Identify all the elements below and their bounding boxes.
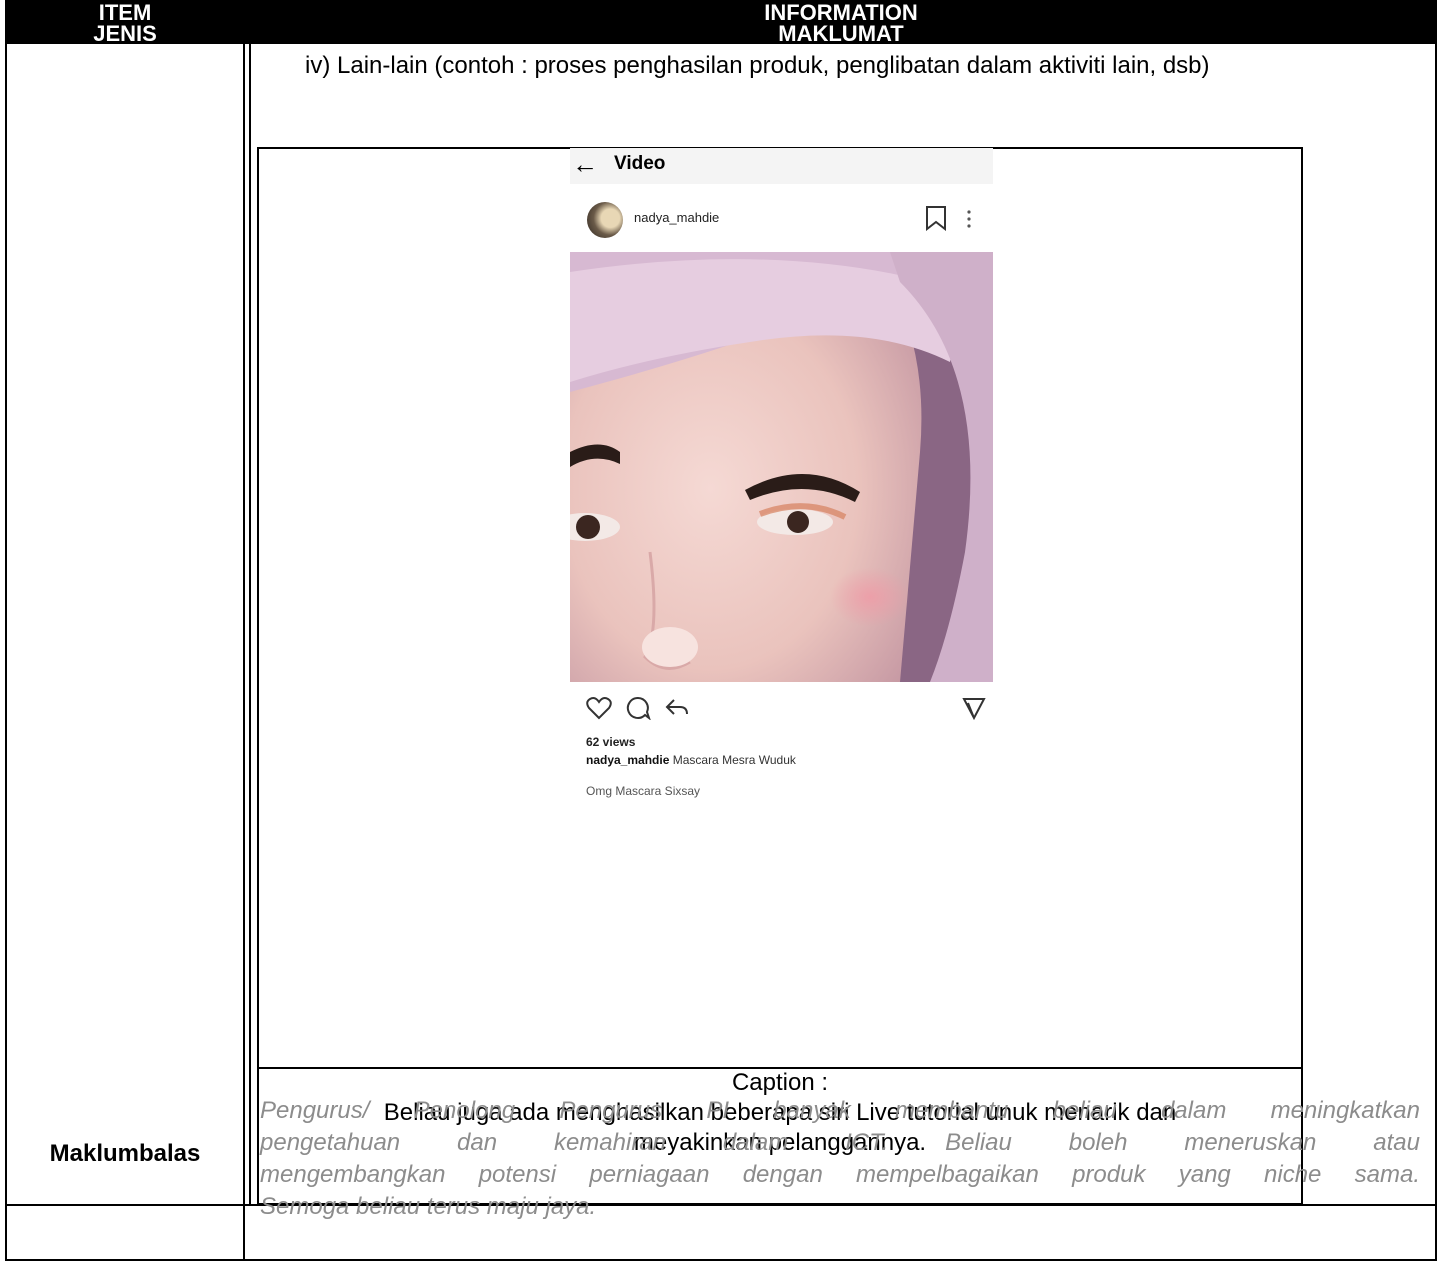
share-icon[interactable] — [664, 696, 690, 720]
send-icon[interactable] — [962, 696, 986, 720]
back-arrow-icon: ← — [572, 149, 598, 179]
table-left-border — [5, 44, 7, 1261]
header-item-label: ITEM — [98, 0, 152, 25]
table-header: ITEM JENIS INFORMATION MAKLUMAT — [5, 0, 1437, 46]
post-comment: Omg Mascara Sixsay — [586, 784, 701, 798]
comment-icon[interactable] — [625, 696, 651, 720]
bookmark-icon — [926, 206, 946, 231]
header-information-label: INFORMATION — [764, 0, 918, 25]
header-item-cell: ITEM JENIS — [5, 0, 245, 46]
document-table: ITEM JENIS INFORMATION MAKLUMAT iv) Lain… — [5, 0, 1437, 1261]
header-maklumat-label: MAKLUMAT — [778, 21, 904, 46]
feedback-text: Pengurus/ Penolong Pengurus PI banyak me… — [260, 1095, 1420, 1223]
item-description: iv) Lain-lain (contoh : proses penghasil… — [305, 52, 1210, 79]
table-right-border — [1435, 44, 1437, 1261]
avatar — [587, 202, 623, 238]
post-action-bar — [570, 692, 993, 726]
heart-icon[interactable] — [586, 696, 612, 720]
feedback-line-3: mengembangkan potensi perniagaan dengan … — [260, 1161, 1420, 1188]
more-icon — [967, 210, 971, 228]
post-username: nadya_mahdie — [634, 210, 720, 225]
column-divider-secondary — [249, 44, 251, 1206]
post-caption: nadya_mahdie Mascara Mesra Wuduk — [586, 753, 796, 767]
instagram-video-screenshot: ← Video nadya_mahdie 62 views nadya_mahd… — [570, 148, 993, 848]
views-count: 62 views — [586, 735, 636, 749]
header-jenis-label: JENIS — [93, 21, 157, 46]
phone-title: Video — [614, 153, 666, 174]
video-face-illustration — [570, 252, 993, 682]
feedback-line-2: pengetahuan dan kemahiran dalam ICT. Bel… — [260, 1129, 1420, 1156]
feedback-line-4: Semoga beliau terus maju jaya. — [260, 1193, 597, 1220]
feedback-line-1: Pengurus/ Penolong Pengurus PI banyak me… — [260, 1097, 1420, 1124]
feedback-label: Maklumbalas — [49, 1140, 201, 1167]
caption-text: Mascara Mesra Wuduk — [672, 753, 796, 767]
phone-top-bar: ← Video — [570, 148, 993, 184]
column-divider — [243, 44, 245, 1261]
caption-label: Caption : — [731, 1069, 829, 1096]
header-information-cell: INFORMATION MAKLUMAT — [245, 0, 1437, 46]
caption-username: nadya_mahdie — [586, 753, 670, 767]
video-frame — [570, 252, 993, 682]
